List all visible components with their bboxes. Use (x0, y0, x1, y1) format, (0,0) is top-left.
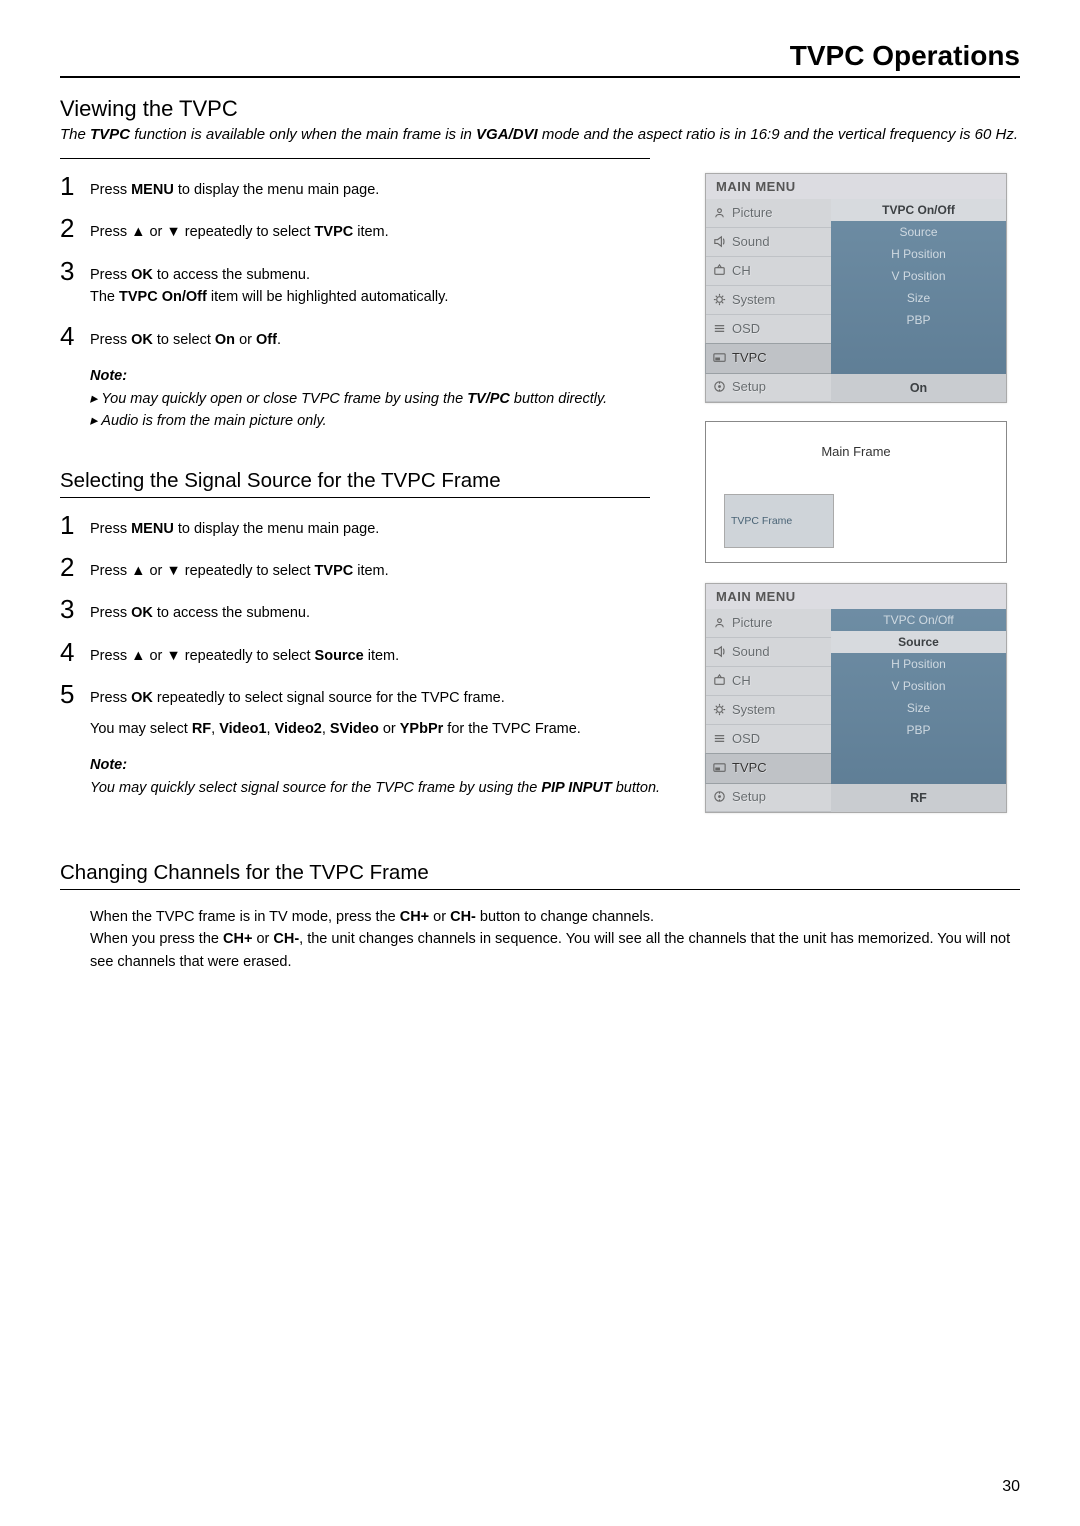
menu-left-item-system: System (706, 696, 831, 725)
menu-right-item: Source (831, 221, 1006, 243)
note-line: ▸Audio is from the main picture only. (90, 410, 681, 432)
note-line: ▸You may quickly open or close TVPC fram… (90, 388, 681, 410)
step-text: Press ▲ or ▼ repeatedly to select TVPC i… (90, 554, 389, 582)
menu-right-item: TVPC On/Off (831, 609, 1006, 631)
selecting-step: 4Press ▲ or ▼ repeatedly to select Sourc… (60, 639, 681, 667)
menu-right-item: V Position (831, 265, 1006, 287)
selecting-heading: Selecting the Signal Source for the TVPC… (60, 469, 650, 498)
viewing-intro: The TVPC function is available only when… (60, 124, 1020, 146)
menu-right-item: TVPC On/Off (831, 199, 1006, 221)
menu-footer-value-2: RF (831, 784, 1006, 812)
menu-left-item-setup: Setup (706, 373, 831, 402)
step-number: 1 (60, 173, 90, 199)
menu-right-item: PBP (831, 309, 1006, 331)
step-number: 5 (60, 681, 90, 707)
step-number: 2 (60, 215, 90, 241)
selecting-step: 5Press OK repeatedly to select signal so… (60, 681, 681, 740)
menu-left-item-system: System (706, 286, 831, 315)
selecting-note: You may quickly select signal source for… (90, 777, 681, 799)
step-text: Press MENU to display the menu main page… (90, 173, 379, 201)
menu-left-item-tvpc: TVPC (706, 344, 831, 373)
note-heading-2: Note: (90, 754, 681, 776)
menu-left-item-sound: Sound (706, 638, 831, 667)
step-text: Press OK to access the submenu. (90, 596, 310, 624)
menu-left-item-picture: Picture (706, 199, 831, 228)
step-number: 4 (60, 639, 90, 665)
menu-right-item: Source (831, 631, 1006, 653)
main-frame-label: Main Frame (706, 444, 1006, 459)
step-number: 2 (60, 554, 90, 580)
step-text: Press OK repeatedly to select signal sou… (90, 681, 581, 740)
viewing-heading: Viewing the TVPC (60, 96, 1020, 122)
step-number: 4 (60, 323, 90, 349)
viewing-step: 1Press MENU to display the menu main pag… (60, 173, 681, 201)
main-menu-panel-2: MAIN MENU PictureSoundCHSystemOSDTVPCSet… (705, 583, 1007, 813)
selecting-step: 3Press OK to access the submenu. (60, 596, 681, 624)
menu-footer-value: On (831, 374, 1006, 402)
step-number: 3 (60, 596, 90, 622)
viewing-step: 4Press OK to select On or Off. (60, 323, 681, 351)
menu-left-item-ch: CH (706, 667, 831, 696)
changing-heading: Changing Channels for the TVPC Frame (60, 861, 1020, 890)
note-heading: Note: (90, 365, 681, 387)
step-text: Press ▲ or ▼ repeatedly to select Source… (90, 639, 399, 667)
menu-left-item-picture: Picture (706, 609, 831, 638)
main-menu-panel-1: MAIN MENU PictureSoundCHSystemOSDTVPCSet… (705, 173, 1007, 403)
step-text: Press MENU to display the menu main page… (90, 512, 379, 540)
menu-title: MAIN MENU (706, 174, 1006, 199)
menu-right-item: Size (831, 697, 1006, 719)
menu-left-item-setup: Setup (706, 783, 831, 812)
step-number: 3 (60, 258, 90, 284)
menu-right-item: H Position (831, 653, 1006, 675)
selecting-step: 1Press MENU to display the menu main pag… (60, 512, 681, 540)
selecting-step: 2Press ▲ or ▼ repeatedly to select TVPC … (60, 554, 681, 582)
step-number: 1 (60, 512, 90, 538)
page-title: TVPC Operations (60, 40, 1020, 78)
viewing-step: 2Press ▲ or ▼ repeatedly to select TVPC … (60, 215, 681, 243)
menu-right-item: PBP (831, 719, 1006, 741)
menu-left-item-ch: CH (706, 257, 831, 286)
divider (60, 158, 650, 159)
tvpc-frame-label: TVPC Frame (724, 494, 834, 548)
menu-right-item: V Position (831, 675, 1006, 697)
viewing-step: 3Press OK to access the submenu.The TVPC… (60, 258, 681, 309)
changing-body: When the TVPC frame is in TV mode, press… (90, 906, 1020, 973)
menu-title-2: MAIN MENU (706, 584, 1006, 609)
page-number: 30 (1002, 1478, 1020, 1496)
menu-left-item-osd: OSD (706, 725, 831, 754)
step-text: Press OK to access the submenu.The TVPC … (90, 258, 448, 309)
step-text: Press ▲ or ▼ repeatedly to select TVPC i… (90, 215, 389, 243)
menu-left-item-tvpc: TVPC (706, 754, 831, 783)
menu-right-item: Size (831, 287, 1006, 309)
menu-left-item-sound: Sound (706, 228, 831, 257)
menu-right-item: H Position (831, 243, 1006, 265)
step-text: Press OK to select On or Off. (90, 323, 281, 351)
frame-diagram: Main Frame TVPC Frame (705, 421, 1007, 563)
menu-left-item-osd: OSD (706, 315, 831, 344)
